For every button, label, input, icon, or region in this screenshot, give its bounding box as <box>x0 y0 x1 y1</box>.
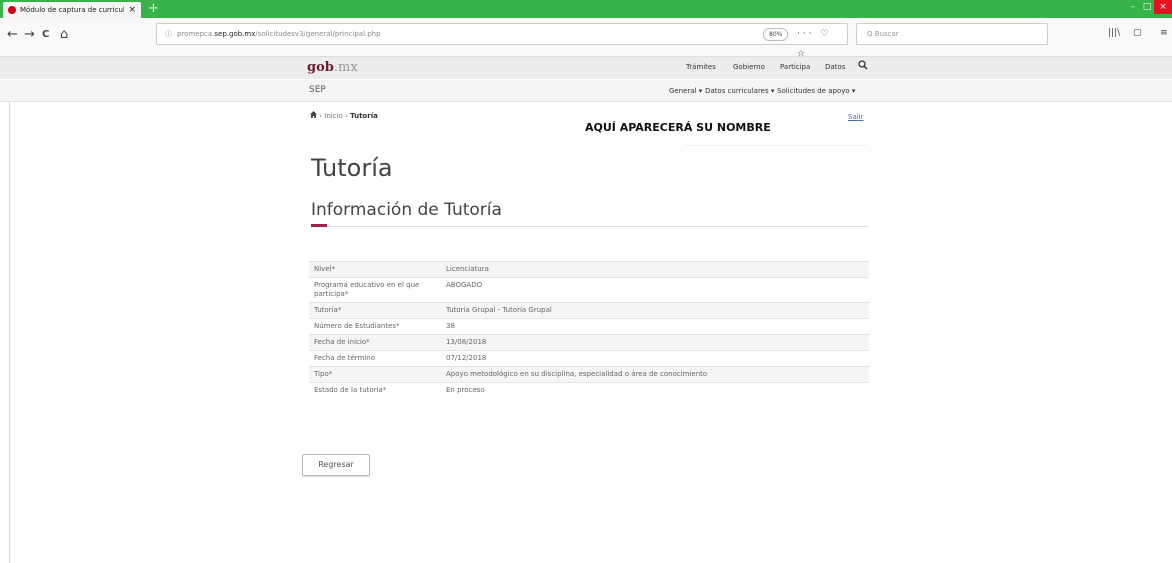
search-placeholder: Q Buscar <box>867 30 899 38</box>
browser-tab-bar: Módulo de captura de curricul × + – □ × <box>0 0 1172 18</box>
gob-nav-datos[interactable]: Datos <box>825 63 845 71</box>
forward-icon[interactable]: → <box>24 28 35 42</box>
tutoria-details-table: Nivel* Licenciatura Programa educativo en… <box>309 261 869 398</box>
site-favicon-icon <box>8 6 16 14</box>
site-info-icon[interactable]: ⓘ <box>165 24 172 44</box>
reload-icon[interactable]: C <box>42 28 49 42</box>
library-icon[interactable]: |||\ <box>1108 28 1120 38</box>
field-value: Tutoría Grupal - Tutoría Grupal <box>441 302 869 319</box>
url-bar[interactable]: ⓘ promepca.sep.gob.mx/solicitudesv3/gene… <box>156 23 848 59</box>
browser-toolbar: ← → C ⌂ ⓘ promepca.sep.gob.mx/solicitude… <box>0 18 1172 59</box>
sep-header: SEP General ▾ Datos curriculares ▾ Solic… <box>0 80 1172 102</box>
breadcrumb-separator: › <box>345 112 348 120</box>
table-row: Nivel* Licenciatura <box>309 261 869 278</box>
field-label: Estado de la tutoría* <box>309 382 441 398</box>
field-value: En proceso <box>441 382 869 398</box>
section-divider <box>311 226 868 227</box>
gob-nav-tramites[interactable]: Trámites <box>686 63 716 71</box>
breadcrumb-separator: › <box>319 112 323 120</box>
tab-close-icon[interactable]: × <box>128 2 136 18</box>
field-value: Apoyo metodológico en su disciplina, esp… <box>441 366 869 383</box>
field-label: Programa educativo en el que participa* <box>309 277 441 303</box>
minimize-icon[interactable]: – <box>1126 0 1140 14</box>
breadcrumb-inicio[interactable]: Inicio <box>324 112 343 120</box>
menu-datos-curriculares[interactable]: Datos curriculares ▾ <box>705 87 774 95</box>
browser-search-input[interactable]: Q Buscar <box>856 23 1048 45</box>
breadcrumb: › Inicio › Tutoría <box>310 111 378 120</box>
table-row: Estado de la tutoría* En proceso <box>309 382 869 398</box>
gob-header: gob.mx Trámites Gobierno Participa Datos <box>0 57 1172 79</box>
table-row: Tutoría* Tutoría Grupal - Tutoría Grupal <box>309 302 869 319</box>
home-button-icon[interactable]: ⌂ <box>60 28 68 42</box>
magnifier-icon[interactable] <box>858 60 868 72</box>
table-row: Fecha de inicio* 13/08/2018 <box>309 334 869 351</box>
url-text: promepca.sep.gob.mx/solicitudesv3/genera… <box>177 30 381 38</box>
field-value: 38 <box>441 318 869 335</box>
maximize-icon[interactable]: □ <box>1140 0 1154 14</box>
divider <box>685 145 867 146</box>
field-value: Licenciatura <box>441 261 869 278</box>
gob-logo[interactable]: gob.mx <box>307 60 358 75</box>
menu-icon[interactable]: ≡ <box>1160 28 1168 38</box>
field-value: ABOGADO <box>441 277 869 303</box>
new-tab-icon[interactable]: + <box>148 1 159 17</box>
field-label: Número de Estudiantes* <box>309 318 441 335</box>
field-label: Tutoría* <box>309 302 441 319</box>
table-row: Número de Estudiantes* 38 <box>309 318 869 335</box>
menu-general[interactable]: General ▾ <box>669 87 702 95</box>
section-accent-bar <box>311 224 327 227</box>
field-label: Tipo* <box>309 366 441 383</box>
section-title: Información de Tutoría <box>311 200 502 220</box>
zoom-level[interactable]: 80% <box>763 28 789 41</box>
back-icon[interactable]: ← <box>7 28 18 42</box>
sidebar-icon[interactable]: ▢ <box>1133 28 1142 38</box>
logout-link[interactable]: Salir <box>848 113 864 121</box>
page-title: Tutoría <box>311 154 393 182</box>
gob-nav-gobierno[interactable]: Gobierno <box>733 63 765 71</box>
field-value: 07/12/2018 <box>441 350 869 367</box>
field-label: Fecha de inicio* <box>309 334 441 351</box>
user-name: AQUÍ APARECERÁ SU NOMBRE <box>585 121 771 134</box>
table-row: Programa educativo en el que participa* A… <box>309 277 869 303</box>
table-row: Tipo* Apoyo metodológico en su disciplina… <box>309 366 869 383</box>
browser-tab[interactable]: Módulo de captura de curricul × <box>3 2 141 18</box>
table-row: Fecha de término 07/12/2018 <box>309 350 869 367</box>
menu-solicitudes-de-apoyo[interactable]: Solicitudes de apoyo ▾ <box>777 87 855 95</box>
field-value: 13/08/2018 <box>441 334 869 351</box>
breadcrumb-current: Tutoría <box>350 112 378 120</box>
home-icon[interactable] <box>310 111 319 120</box>
sep-brand[interactable]: SEP <box>309 85 326 95</box>
field-label: Nivel* <box>309 261 441 278</box>
window-close-icon[interactable]: × <box>1154 0 1172 14</box>
gob-nav-participa[interactable]: Participa <box>780 63 810 71</box>
back-button[interactable]: Regresar <box>302 454 370 476</box>
field-label: Fecha de término <box>309 350 441 367</box>
tab-title: Módulo de captura de curricul <box>20 6 124 14</box>
page-left-border <box>9 101 10 563</box>
